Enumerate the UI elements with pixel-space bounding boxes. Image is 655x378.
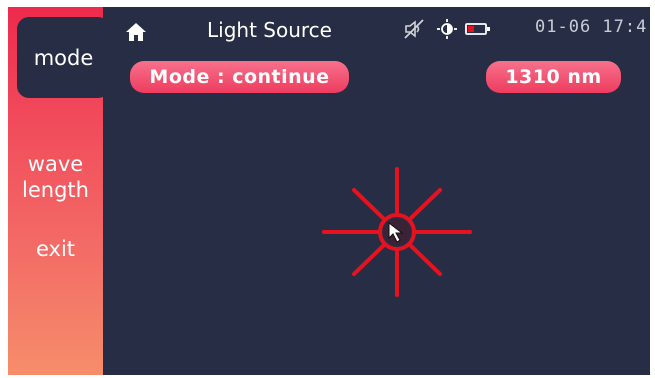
page-title: Light Source — [207, 18, 332, 42]
sidebar: mode wave length exit — [8, 7, 110, 375]
battery-low-icon — [465, 23, 490, 35]
laser-emission-icon — [322, 167, 472, 297]
wavelength-value: 1310 nm — [505, 66, 602, 88]
sidebar-item-label: mode — [33, 46, 94, 70]
mute-icon — [404, 19, 424, 39]
home-icon[interactable] — [125, 21, 147, 43]
sidebar-item-exit[interactable]: exit — [8, 236, 103, 262]
mode-selector[interactable]: Mode : continue — [130, 61, 349, 93]
sidebar-item-label: exit — [35, 237, 76, 261]
sidebar-item-wavelength[interactable]: wave length — [8, 125, 103, 203]
datetime-display: 01-06 17:4 — [535, 17, 648, 37]
mode-value: Mode : continue — [149, 66, 330, 88]
header-bar: Light Source 01-06 17:4 — [103, 7, 650, 53]
brightness-icon — [437, 19, 457, 39]
device-screen: mode wave length exit Light Source 01-06… — [8, 7, 650, 375]
wavelength-selector[interactable]: 1310 nm — [486, 61, 621, 93]
sidebar-item-label: wave length — [22, 152, 89, 202]
sidebar-item-mode[interactable]: mode — [17, 17, 110, 98]
